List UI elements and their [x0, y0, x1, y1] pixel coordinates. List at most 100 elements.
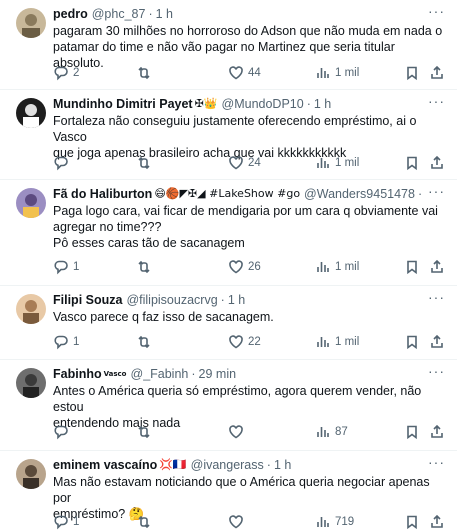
reply-button[interactable]: 1 — [53, 514, 79, 530]
tweet[interactable]: eminem vascaíno 💢🇫🇷 @ivangerass · 1 h Ma… — [0, 451, 457, 532]
views-button[interactable]: 1 mil — [315, 259, 359, 275]
bookmark-button[interactable] — [404, 424, 420, 440]
more-options-icon[interactable]: ··· — [428, 290, 445, 304]
share-button[interactable] — [429, 334, 445, 350]
like-button[interactable]: 44 — [228, 65, 261, 81]
bookmark-icon — [407, 66, 417, 81]
avatar[interactable] — [16, 459, 46, 489]
separator: · — [220, 293, 225, 307]
like-button[interactable]: 26 — [228, 259, 261, 275]
bookmark-button[interactable] — [404, 65, 420, 81]
retweet-icon — [138, 335, 150, 349]
retweet-icon — [138, 260, 150, 274]
views-button[interactable]: 87 — [315, 424, 348, 440]
more-options-icon[interactable]: ··· — [428, 455, 445, 469]
views-count: 719 — [335, 516, 355, 528]
tweet[interactable]: Filipi Souza @filipisouzacrvg · 1 h Vasc… — [0, 286, 457, 360]
like-button[interactable]: 24 — [228, 155, 261, 171]
like-button[interactable]: 22 — [228, 334, 261, 350]
tweet[interactable]: pedro @phc_87 · 1 h pagaram 30 milhões n… — [0, 0, 457, 90]
more-options-icon[interactable]: ··· — [428, 4, 445, 18]
user-handle[interactable]: @MundoDP10 — [222, 96, 304, 112]
user-handle[interactable]: @Wanders9451478 — [304, 186, 415, 202]
reply-count: 1 — [73, 261, 80, 273]
views-icon — [317, 262, 329, 272]
views-button[interactable]: 1 mil — [315, 334, 359, 350]
reply-button[interactable] — [53, 155, 73, 171]
reply-button[interactable]: 2 — [53, 65, 79, 81]
heart-icon — [229, 515, 243, 529]
share-icon — [431, 65, 443, 79]
bookmark-button[interactable] — [404, 514, 420, 530]
views-button[interactable]: 1 mil — [315, 155, 359, 171]
reply-button[interactable]: 1 — [53, 334, 79, 350]
like-button[interactable] — [228, 514, 248, 530]
more-options-icon[interactable]: ··· — [428, 184, 445, 198]
separator: · — [266, 458, 271, 472]
more-options-icon[interactable]: ··· — [428, 94, 445, 108]
timestamp[interactable]: 29 min — [199, 366, 237, 382]
more-options-icon[interactable]: ··· — [428, 364, 445, 378]
tweet-text: Paga logo cara, vai ficar de mendigaria … — [53, 204, 438, 250]
timestamp[interactable]: 1 h — [314, 96, 331, 112]
reply-button[interactable] — [53, 424, 73, 440]
tweet[interactable]: Mundinho Dimitri Payet ✠👑 @MundoDP10 · 1… — [0, 90, 457, 180]
name-emoji: 😄🏀◤✠◢ #LakeShow #go — [154, 187, 301, 200]
share-button[interactable] — [429, 65, 445, 81]
retweet-button[interactable] — [136, 65, 156, 81]
avatar[interactable] — [16, 98, 46, 128]
timestamp[interactable]: 1 h — [274, 457, 291, 473]
reply-icon — [54, 156, 68, 171]
display-name[interactable]: eminem vascaíno — [53, 457, 157, 473]
views-button[interactable]: 719 — [315, 514, 354, 530]
reply-count: 1 — [73, 516, 80, 528]
timestamp[interactable]: 1 h — [156, 6, 173, 22]
tweet-feed: pedro @phc_87 · 1 h pagaram 30 milhões n… — [0, 0, 457, 532]
avatar[interactable] — [16, 368, 46, 398]
retweet-button[interactable] — [136, 259, 156, 275]
avatar[interactable] — [16, 294, 46, 324]
retweet-icon — [138, 66, 150, 80]
user-handle[interactable]: @phc_87 — [92, 6, 146, 22]
heart-icon — [229, 335, 243, 349]
bookmark-button[interactable] — [404, 259, 420, 275]
user-handle[interactable]: @_Fabinh — [131, 366, 189, 382]
share-button[interactable] — [429, 424, 445, 440]
bookmark-button[interactable] — [404, 155, 420, 171]
reply-count: 2 — [73, 67, 80, 79]
views-count: 1 mil — [335, 67, 360, 79]
retweet-icon — [138, 425, 150, 439]
share-button[interactable] — [429, 259, 445, 275]
retweet-button[interactable] — [136, 424, 156, 440]
reply-icon — [54, 515, 68, 530]
share-button[interactable] — [429, 155, 445, 171]
like-count: 26 — [248, 261, 261, 273]
share-icon — [431, 424, 443, 438]
avatar[interactable] — [16, 188, 46, 218]
heart-icon — [229, 425, 243, 439]
retweet-button[interactable] — [136, 514, 156, 530]
user-handle[interactable]: @ivangerass — [191, 457, 264, 473]
display-name[interactable]: Filipi Souza — [53, 292, 122, 308]
avatar[interactable] — [16, 8, 46, 38]
bookmark-icon — [407, 156, 417, 171]
display-name[interactable]: Fã do Haliburton — [53, 186, 152, 202]
display-name[interactable]: Fabinho — [53, 366, 102, 382]
reply-button[interactable]: 1 — [53, 259, 79, 275]
share-icon — [431, 259, 443, 273]
bookmark-button[interactable] — [404, 334, 420, 350]
retweet-button[interactable] — [136, 334, 156, 350]
share-button[interactable] — [429, 514, 445, 530]
timestamp[interactable]: 1 h — [228, 292, 245, 308]
retweet-button[interactable] — [136, 155, 156, 171]
user-handle[interactable]: @filipisouzacrvg — [126, 292, 217, 308]
heart-icon — [229, 156, 243, 170]
display-name[interactable]: pedro — [53, 6, 88, 22]
heart-icon — [229, 260, 243, 274]
tweet-actions: 1 719 — [53, 513, 445, 531]
tweet[interactable]: Fabinho Vasco @_Fabinh · 29 min Antes o … — [0, 360, 457, 451]
like-button[interactable] — [228, 424, 248, 440]
display-name[interactable]: Mundinho Dimitri Payet — [53, 96, 193, 112]
tweet[interactable]: Fã do Haliburton 😄🏀◤✠◢ #LakeShow #go @Wa… — [0, 180, 457, 286]
views-button[interactable]: 1 mil — [315, 65, 359, 81]
